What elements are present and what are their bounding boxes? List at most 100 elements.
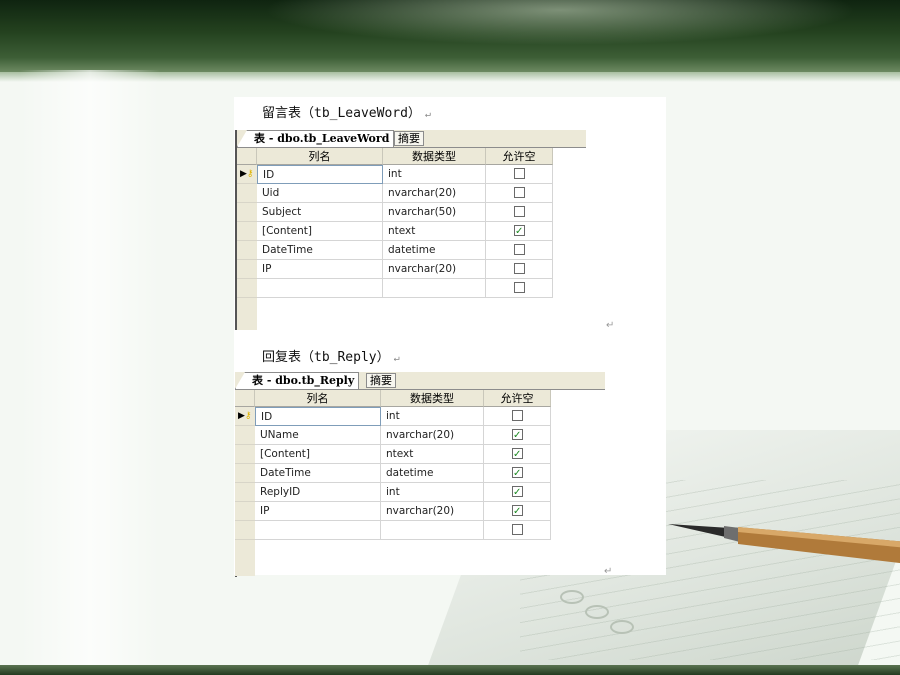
leaveword-caption-text: 留言表（tb_LeaveWord） — [262, 106, 421, 121]
allow-null-checkbox[interactable] — [514, 168, 525, 179]
row-header[interactable] — [237, 222, 257, 241]
designer-tab-strip: 表 - dbo.tb_LeaveWord 摘要 — [237, 130, 586, 148]
allow-null-checkbox[interactable] — [514, 206, 525, 217]
slide-bottom-band — [0, 665, 900, 675]
allow-null-cell — [484, 445, 551, 464]
allow-null-cell — [486, 260, 553, 279]
fountain-pen-icon — [668, 524, 900, 564]
column-name-cell[interactable]: ID — [255, 407, 381, 426]
return-mark: ↵ — [424, 109, 431, 120]
data-type-cell[interactable]: ntext — [381, 445, 484, 464]
allow-null-checkbox[interactable] — [512, 446, 523, 463]
spiral-ring-icon — [610, 620, 634, 634]
allow-null-cell — [486, 203, 553, 222]
key-icon: ▶⚷ — [240, 169, 254, 179]
data-type-cell[interactable]: int — [381, 483, 484, 502]
column-header[interactable]: 列名 — [257, 148, 383, 165]
grid-corner — [235, 390, 255, 407]
data-type-cell[interactable]: datetime — [381, 464, 484, 483]
allow-null-checkbox[interactable] — [514, 244, 525, 255]
allow-null-cell — [486, 222, 553, 241]
row-header[interactable]: ▶⚷ — [235, 407, 255, 426]
row-header[interactable] — [235, 445, 255, 464]
column-name-cell[interactable]: IP — [257, 260, 383, 279]
allow-null-cell — [486, 279, 553, 298]
column-name-cell[interactable] — [255, 521, 381, 540]
column-name-cell[interactable]: [Content] — [255, 445, 381, 464]
grid-row-header-fill — [237, 298, 257, 330]
allow-null-cell — [484, 521, 551, 540]
row-header[interactable] — [237, 184, 257, 203]
column-name-cell[interactable]: DateTime — [255, 464, 381, 483]
row-header[interactable] — [237, 203, 257, 222]
row-header[interactable] — [237, 260, 257, 279]
grid-corner — [237, 148, 257, 165]
allow-null-cell — [484, 502, 551, 521]
allow-null-cell — [484, 483, 551, 502]
column-header[interactable]: 允许空 — [486, 148, 553, 165]
allow-null-checkbox[interactable] — [512, 524, 523, 535]
allow-null-cell — [484, 464, 551, 483]
column-name-cell[interactable]: ReplyID — [255, 483, 381, 502]
column-name-cell[interactable]: Subject — [257, 203, 383, 222]
allow-null-checkbox[interactable] — [512, 427, 523, 444]
reply-caption-text: 回复表（tb_Reply） — [262, 350, 390, 365]
column-name-cell[interactable]: UName — [255, 426, 381, 445]
data-type-cell[interactable]: nvarchar(20) — [383, 184, 486, 203]
return-mark: ↵ — [604, 566, 613, 577]
column-grid: 列名数据类型允许空▶⚷IDintUNamenvarchar(20)[Conten… — [235, 390, 551, 540]
tab-summary[interactable]: 摘要 — [394, 131, 424, 146]
tab-summary[interactable]: 摘要 — [366, 373, 396, 388]
slide-left-glow — [20, 70, 160, 670]
column-name-cell[interactable]: ID — [257, 165, 383, 184]
row-header[interactable]: ▶⚷ — [237, 165, 257, 184]
data-type-cell[interactable]: datetime — [383, 241, 486, 260]
data-type-cell[interactable]: int — [381, 407, 484, 426]
data-type-cell[interactable]: nvarchar(50) — [383, 203, 486, 222]
column-grid: 列名 数据类型 允许空 ▶⚷ ID int Uid nvarchar(20) Subject nv… — [237, 148, 553, 298]
allow-null-checkbox[interactable] — [512, 410, 523, 421]
data-type-cell[interactable] — [383, 279, 486, 298]
column-name-cell[interactable]: Uid — [257, 184, 383, 203]
allow-null-checkbox[interactable] — [512, 465, 523, 482]
row-header[interactable] — [235, 502, 255, 521]
tab-table-reply[interactable]: 表 - dbo.tb_Reply — [235, 372, 360, 389]
spiral-ring-icon — [585, 605, 609, 619]
allow-null-checkbox[interactable] — [514, 187, 525, 198]
allow-null-cell — [486, 184, 553, 203]
row-header[interactable] — [235, 464, 255, 483]
row-header[interactable] — [235, 483, 255, 502]
data-type-cell[interactable]: nvarchar(20) — [381, 426, 484, 445]
column-header[interactable]: 数据类型 — [383, 148, 486, 165]
allow-null-checkbox[interactable] — [514, 263, 525, 274]
column-name-cell[interactable]: IP — [255, 502, 381, 521]
column-header[interactable]: 数据类型 — [381, 390, 484, 407]
allow-null-cell — [484, 426, 551, 445]
column-name-cell[interactable]: DateTime — [257, 241, 383, 260]
allow-null-cell — [484, 407, 551, 426]
column-header[interactable]: 允许空 — [484, 390, 551, 407]
spiral-ring-icon — [560, 590, 584, 604]
allow-null-checkbox[interactable] — [512, 484, 523, 501]
data-type-cell[interactable] — [381, 521, 484, 540]
row-header[interactable] — [235, 426, 255, 445]
column-name-cell[interactable] — [257, 279, 383, 298]
data-type-cell[interactable]: nvarchar(20) — [383, 260, 486, 279]
allow-null-checkbox[interactable] — [514, 223, 525, 240]
allow-null-checkbox[interactable] — [512, 503, 523, 520]
data-type-cell[interactable]: int — [383, 165, 486, 184]
allow-null-checkbox[interactable] — [514, 282, 525, 293]
row-header[interactable] — [235, 521, 255, 540]
tab-table-leaveword[interactable]: 表 - dbo.tb_LeaveWord — [237, 130, 395, 147]
data-type-cell[interactable]: nvarchar(20) — [381, 502, 484, 521]
key-icon: ▶⚷ — [238, 411, 252, 421]
slide-top-band — [0, 0, 900, 72]
reply-caption: 回复表（tb_Reply） ↵ — [262, 346, 400, 365]
column-header[interactable]: 列名 — [255, 390, 381, 407]
data-type-cell[interactable]: ntext — [383, 222, 486, 241]
row-header[interactable] — [237, 241, 257, 260]
row-header[interactable] — [237, 279, 257, 298]
leaveword-caption: 留言表（tb_LeaveWord） ↵ — [262, 102, 431, 121]
designer-tab-strip: 表 - dbo.tb_Reply 摘要 — [235, 372, 605, 390]
column-name-cell[interactable]: [Content] — [257, 222, 383, 241]
